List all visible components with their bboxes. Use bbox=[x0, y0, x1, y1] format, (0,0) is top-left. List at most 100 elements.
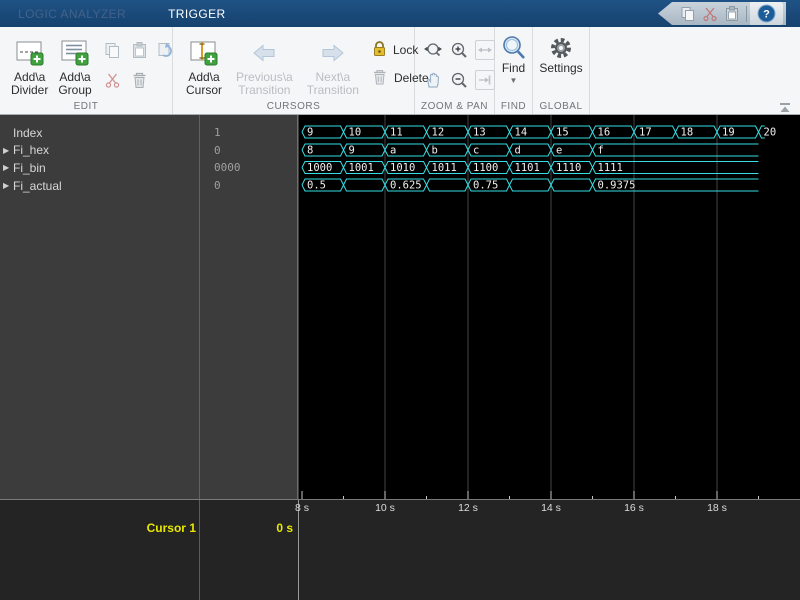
section-label-find: FIND bbox=[500, 101, 527, 112]
copy-icon[interactable] bbox=[677, 4, 699, 24]
svg-text:19: 19 bbox=[722, 127, 735, 139]
cursor-value-label: 0 s bbox=[276, 521, 293, 535]
time-axis-tick-label: 12 s bbox=[458, 502, 478, 514]
signal-row-fi-hex[interactable]: ▶ Fi_hex bbox=[0, 142, 199, 160]
ribbon-section-zoom-pan: ZOOM & PAN bbox=[415, 27, 495, 114]
next-transition-icon bbox=[320, 35, 346, 71]
signal-row-fi-actual[interactable]: ▶ Fi_actual bbox=[0, 177, 199, 195]
svg-text:0.75: 0.75 bbox=[473, 180, 498, 192]
signal-name: Fi_actual bbox=[13, 178, 62, 193]
time-axis-tick-label: 8 s bbox=[294, 502, 310, 514]
svg-text:f: f bbox=[598, 145, 604, 157]
section-label-global: GLOBAL bbox=[539, 101, 583, 112]
expand-triangle-icon[interactable]: ▶ bbox=[3, 146, 13, 155]
signal-value: 0 bbox=[214, 143, 221, 157]
previous-transition-label-2: Transition bbox=[238, 83, 291, 97]
svg-text:0.9375: 0.9375 bbox=[598, 180, 636, 192]
signal-values-panel: 1 0 0000 0 bbox=[200, 115, 298, 500]
signal-names-panel: Index ▶ Fi_hex ▶ Fi_bin ▶ Fi_actual bbox=[0, 115, 200, 500]
add-group-button[interactable]: Add\a Group bbox=[55, 35, 94, 97]
add-cursor-button[interactable]: Add\a Cursor bbox=[183, 35, 225, 97]
settings-button[interactable]: Settings bbox=[533, 35, 589, 75]
svg-text:c: c bbox=[473, 145, 479, 157]
signal-value: 1 bbox=[214, 126, 221, 140]
ribbon-section-edit: Add\a Divider Add\a Group EDIT bbox=[0, 27, 173, 114]
tab-logic-analyzer[interactable]: LOGIC ANALYZER bbox=[18, 7, 126, 21]
snap-right-icon bbox=[475, 70, 495, 90]
zoom-in-icon bbox=[451, 42, 467, 58]
svg-text:10: 10 bbox=[349, 127, 362, 139]
settings-gear-icon bbox=[551, 38, 571, 58]
panel-divider bbox=[298, 500, 299, 600]
next-transition-label-2: Transition bbox=[306, 83, 359, 97]
delete-icon bbox=[126, 65, 153, 95]
cursor-name-label: Cursor 1 bbox=[146, 521, 196, 535]
section-label-zoom-pan: ZOOM & PAN bbox=[420, 101, 489, 112]
panel-divider bbox=[199, 500, 200, 600]
paste-icon[interactable] bbox=[721, 4, 743, 24]
svg-text:9: 9 bbox=[307, 127, 313, 139]
axis-and-cursor-panel: 8 s 10 s 12 s 14 s 16 s 18 s Cursor 1 0 s bbox=[0, 499, 800, 600]
cut-icon bbox=[99, 65, 126, 95]
svg-text:12: 12 bbox=[432, 127, 445, 139]
help-button[interactable]: ? bbox=[750, 2, 783, 25]
section-label-cursors: CURSORS bbox=[266, 101, 321, 112]
svg-text:20: 20 bbox=[764, 127, 777, 139]
signal-name: Fi_hex bbox=[13, 143, 50, 158]
zoom-in-button[interactable] bbox=[446, 35, 472, 65]
pan-button[interactable] bbox=[420, 65, 446, 95]
add-group-icon bbox=[60, 35, 90, 71]
collapse-ribbon-icon[interactable] bbox=[778, 100, 792, 112]
signal-row-index[interactable]: Index bbox=[0, 124, 199, 142]
lock-icon bbox=[372, 40, 387, 60]
svg-text:0.625: 0.625 bbox=[390, 180, 422, 192]
ribbon-section-global: Settings GLOBAL bbox=[533, 27, 590, 114]
svg-text:13: 13 bbox=[473, 127, 486, 139]
time-axis-tick-label: 16 s bbox=[624, 502, 644, 514]
svg-text:18: 18 bbox=[681, 127, 694, 139]
previous-transition-button: Previous\a Transition bbox=[233, 35, 296, 97]
svg-text:1101: 1101 bbox=[515, 162, 540, 174]
settings-label: Settings bbox=[539, 61, 583, 75]
cut-icon[interactable] bbox=[699, 4, 721, 24]
svg-text:1110: 1110 bbox=[556, 162, 581, 174]
svg-text:1000: 1000 bbox=[307, 162, 332, 174]
expand-triangle-icon[interactable]: ▶ bbox=[3, 163, 13, 172]
add-group-label-2: Group bbox=[58, 83, 92, 97]
signal-row-fi-bin[interactable]: ▶ Fi_bin bbox=[0, 159, 199, 177]
svg-text:11: 11 bbox=[390, 127, 403, 139]
help-icon: ? bbox=[757, 4, 776, 23]
zoom-in-x-button[interactable] bbox=[420, 35, 446, 65]
add-cursor-icon bbox=[189, 35, 219, 71]
svg-text:b: b bbox=[432, 145, 438, 157]
find-button[interactable]: Find ▼ bbox=[495, 35, 532, 85]
svg-text:a: a bbox=[390, 145, 396, 157]
svg-text:e: e bbox=[556, 145, 562, 157]
quick-access-toolbar: ? bbox=[658, 2, 786, 25]
copy-icon bbox=[99, 35, 126, 65]
add-divider-button[interactable]: Add\a Divider bbox=[8, 35, 51, 97]
tab-trigger[interactable]: TRIGGER bbox=[168, 7, 225, 21]
svg-text:16: 16 bbox=[598, 127, 611, 139]
find-label: Find bbox=[501, 61, 526, 75]
signal-value: 0000 bbox=[214, 161, 241, 175]
titlebar: LOGIC ANALYZER TRIGGER ? bbox=[0, 0, 800, 27]
ribbon-section-find: Find ▼ FIND bbox=[495, 27, 533, 114]
expand-triangle-icon[interactable]: ▶ bbox=[3, 181, 13, 190]
find-dropdown-icon: ▼ bbox=[509, 76, 518, 85]
waveform-plot-area[interactable]: 9 10 11 12 13 14 15 16 17 18 19 20 8 9 a b c d e f 1000 1001 1… bbox=[299, 115, 800, 500]
zoom-out-icon bbox=[451, 72, 467, 88]
ribbon-toolbar: Add\a Divider Add\a Group EDIT Add\a Cur… bbox=[0, 27, 800, 115]
time-axis-tick-label: 10 s bbox=[375, 502, 395, 514]
add-cursor-label-2: Cursor bbox=[186, 83, 223, 97]
ribbon-filler bbox=[590, 27, 800, 114]
svg-text:8: 8 bbox=[307, 145, 313, 157]
svg-text:1010: 1010 bbox=[390, 162, 415, 174]
qat-separator bbox=[746, 5, 747, 22]
svg-text:0.5: 0.5 bbox=[307, 180, 326, 192]
svg-text:1100: 1100 bbox=[473, 162, 498, 174]
zoom-out-button[interactable] bbox=[446, 65, 472, 95]
next-transition-button: Next\a Transition bbox=[304, 35, 362, 97]
delete-icon bbox=[372, 69, 388, 88]
fit-to-view-icon bbox=[475, 40, 495, 60]
